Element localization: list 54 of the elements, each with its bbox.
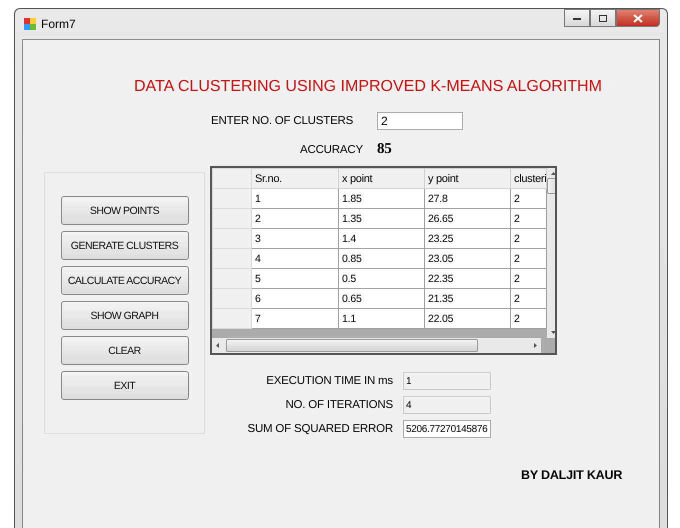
close-button[interactable] (616, 9, 660, 27)
action-button[interactable]: GENERATE CLUSTERS (60, 231, 188, 260)
maximize-icon (598, 14, 608, 22)
table-cell: 2 (252, 208, 338, 228)
form-heading: DATA CLUSTERING USING IMPROVED K-MEANS ALGORITHM (134, 78, 603, 96)
result-label: SUM OF SQUARED ERROR (246, 423, 394, 435)
table-cell: 22.05 (424, 308, 510, 328)
row-header-corner (212, 168, 252, 188)
close-icon (633, 14, 643, 22)
result-field[interactable]: 5206.77270145876 (403, 420, 491, 438)
result-field[interactable]: 4 (403, 396, 491, 414)
result-label: EXECUTION TIME IN ms (265, 375, 394, 387)
horizontal-scrollbar[interactable] (212, 338, 541, 353)
maximize-button[interactable] (590, 9, 616, 27)
table-cell: 22.35 (424, 268, 510, 288)
accuracy-value: 85 (377, 141, 392, 158)
result-label: NO. OF ITERATIONS (284, 399, 394, 411)
action-button[interactable]: SHOW GRAPH (60, 301, 188, 330)
minimize-button[interactable] (564, 9, 590, 27)
table-cell: 21.35 (424, 288, 510, 308)
column-header[interactable]: y point (424, 168, 510, 188)
action-button[interactable]: CALCULATE ACCURACY (60, 266, 188, 295)
column-header[interactable]: Sr.no. (252, 168, 338, 188)
table-cell: 0.65 (338, 288, 424, 308)
accuracy-label: ACCURACY (300, 144, 364, 156)
clusters-label: ENTER NO. OF CLUSTERS (211, 115, 354, 127)
action-button[interactable]: EXIT (60, 371, 188, 400)
table-cell: 26.65 (424, 208, 510, 228)
table-cell: 1.1 (338, 308, 424, 328)
column-header[interactable]: x point (338, 168, 424, 188)
table-cell: 0.85 (338, 248, 424, 268)
table-cell: 6 (252, 288, 338, 308)
action-button[interactable]: CLEAR (60, 336, 188, 365)
table-cell: 0.5 (338, 268, 424, 288)
table-cell: 7 (252, 308, 338, 328)
window-title: Form7 (41, 17, 76, 31)
scrollbar-thumb[interactable] (226, 339, 478, 352)
table-cell: 1 (252, 188, 338, 208)
table-cell: 1.85 (338, 188, 424, 208)
table-cell: 3 (252, 228, 338, 248)
app-icon (24, 18, 36, 30)
minimize-icon (572, 15, 582, 21)
action-button[interactable]: SHOW POINTS (60, 196, 188, 225)
author-credit: BY DALJIT KAUR (521, 468, 624, 482)
table-cell: 4 (252, 248, 338, 268)
table-cell: 23.05 (424, 248, 510, 268)
table-cell: 27.8 (424, 188, 510, 208)
table-cell: 1.4 (338, 228, 424, 248)
result-field[interactable]: 1 (403, 372, 491, 390)
column-header[interactable]: clusteri (510, 168, 546, 188)
clusters-input[interactable]: 2 (377, 112, 463, 130)
table-cell: 23.25 (424, 228, 510, 248)
table-cell: 1.35 (338, 208, 424, 228)
table-cell: 5 (252, 268, 338, 288)
